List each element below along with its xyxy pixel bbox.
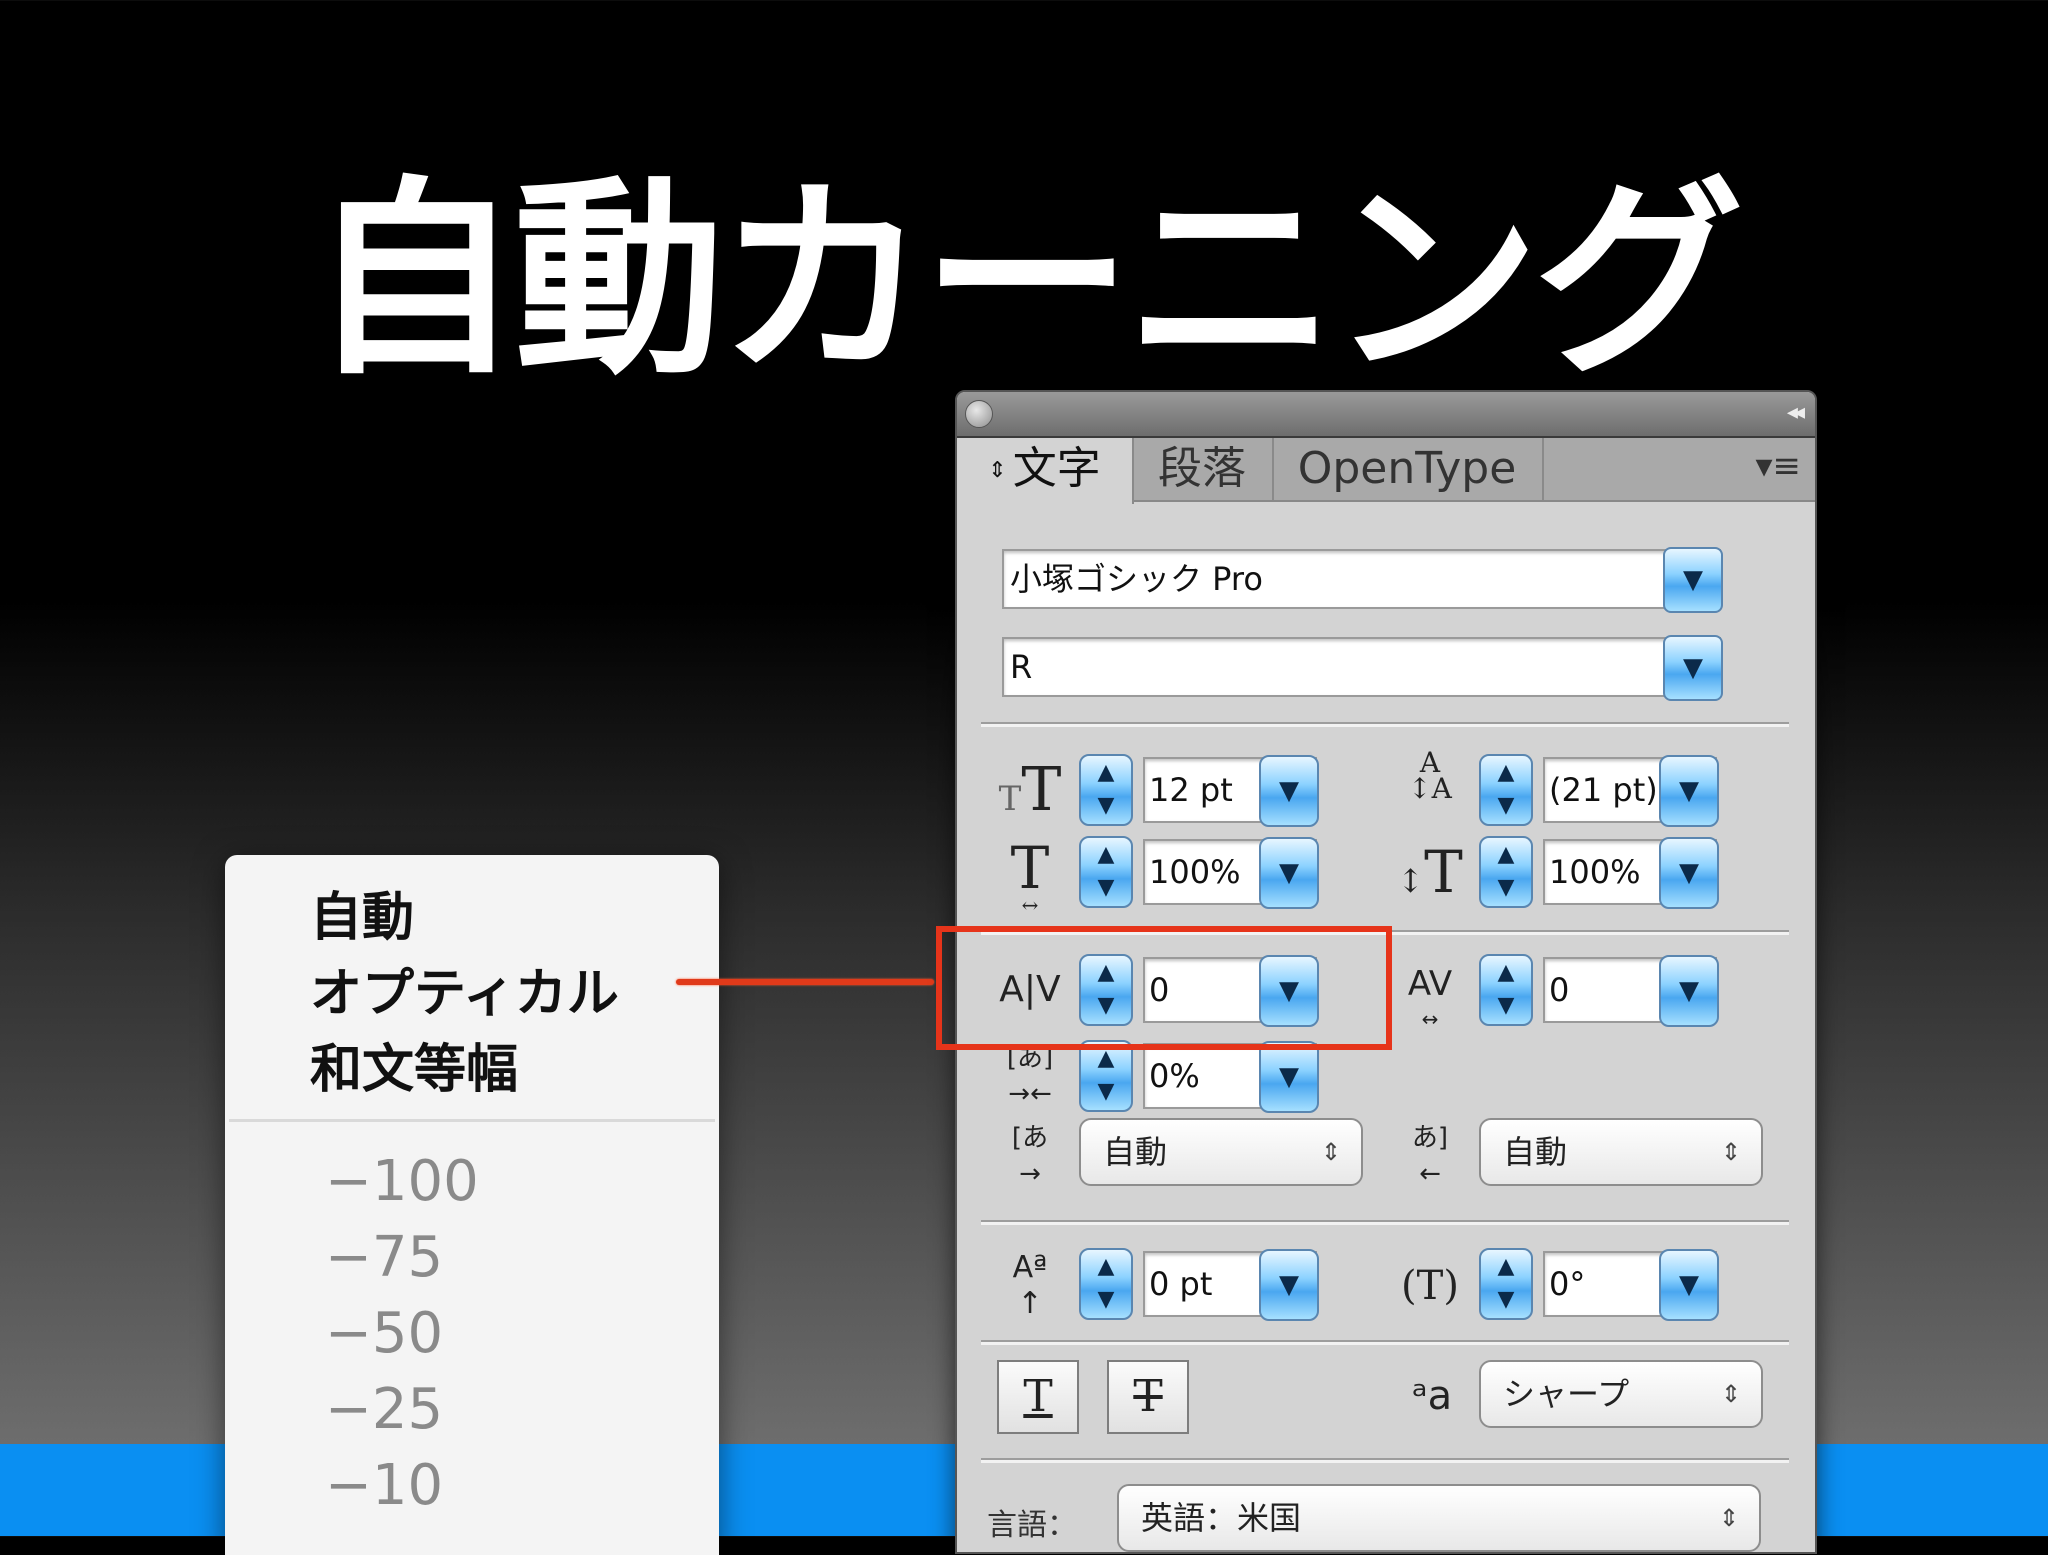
strikethrough-button[interactable]: T bbox=[1107, 1360, 1189, 1434]
tab-opentype[interactable]: OpenType bbox=[1272, 438, 1544, 500]
menu-item-wabun-tohaba[interactable]: 和文等幅 bbox=[310, 1027, 518, 1102]
panel-tabbar: ⇕ 文字 段落 OpenType ▾≡ bbox=[957, 438, 1815, 504]
select-arrows-icon: ⇕ bbox=[1720, 1138, 1741, 1166]
select-arrows-icon: ⇕ bbox=[1320, 1138, 1341, 1166]
aki-right-value: 自動 bbox=[1503, 1133, 1568, 1171]
menu-item-value[interactable]: −75 bbox=[325, 1225, 443, 1290]
font-style-field[interactable]: R ▼ bbox=[1002, 635, 1723, 701]
menu-item-auto[interactable]: 自動 bbox=[310, 875, 414, 950]
collapse-icon[interactable]: ◂◂ bbox=[1787, 400, 1805, 425]
tsume-field[interactable]: 0% ▼ bbox=[1143, 1041, 1319, 1113]
tsume-value: 0% bbox=[1149, 1057, 1200, 1095]
callout-connector bbox=[676, 979, 934, 985]
leading-field[interactable]: (21 pt) ▼ bbox=[1543, 755, 1719, 827]
panel-titlebar[interactable]: ◂◂ bbox=[957, 392, 1815, 438]
leading-stepper[interactable]: ▲ ▼ bbox=[1479, 754, 1533, 826]
font-style-value: R bbox=[1010, 648, 1033, 686]
rotation-field[interactable]: 0° ▼ bbox=[1543, 1249, 1719, 1321]
vertical-scale-icon: T ↔ bbox=[1010, 834, 1050, 917]
aki-right-select[interactable]: 自動 ⇕ bbox=[1479, 1118, 1763, 1186]
baseline-shift-field[interactable]: 0 pt ▼ bbox=[1143, 1249, 1319, 1321]
tracking-icon: AV ↔ bbox=[1407, 964, 1453, 1031]
tracking-value: 0 bbox=[1549, 971, 1570, 1009]
vertical-scale-stepper[interactable]: ▲ ▼ bbox=[1079, 836, 1133, 908]
menu-item-value[interactable]: −50 bbox=[325, 1301, 443, 1366]
antialias-value: シャープ bbox=[1503, 1375, 1630, 1413]
rotation-stepper[interactable]: ▲ ▼ bbox=[1479, 1248, 1533, 1320]
select-arrows-icon: ⇕ bbox=[1718, 1504, 1739, 1532]
chevron-down-icon[interactable]: ▼ bbox=[1659, 955, 1719, 1027]
antialias-icon: ᵃa bbox=[1411, 1373, 1453, 1419]
tab-moji[interactable]: ⇕ 文字 bbox=[957, 438, 1134, 504]
divider bbox=[981, 722, 1789, 727]
divider bbox=[981, 1458, 1789, 1463]
menu-item-value[interactable]: −10 bbox=[325, 1453, 443, 1518]
chevron-down-icon[interactable]: ▼ bbox=[1259, 1041, 1319, 1113]
baseline-shift-stepper[interactable]: ▲ ▼ bbox=[1079, 1248, 1133, 1320]
horizontal-scale-field[interactable]: 100% ▼ bbox=[1543, 837, 1719, 909]
chevron-down-icon[interactable]: ▼ bbox=[1259, 755, 1319, 827]
antialias-select[interactable]: シャープ ⇕ bbox=[1479, 1360, 1763, 1428]
tab-moji-label: 文字 bbox=[1012, 443, 1101, 494]
language-value: 英語：米国 bbox=[1141, 1499, 1302, 1537]
chevron-down-icon[interactable]: ▼ bbox=[1659, 837, 1719, 909]
chevron-down-icon[interactable]: ▼ bbox=[1663, 635, 1723, 701]
font-size-icon: TT bbox=[998, 755, 1062, 825]
horizontal-scale-stepper[interactable]: ▲ ▼ bbox=[1479, 836, 1533, 908]
panel-menu-icon[interactable]: ▾≡ bbox=[1755, 446, 1801, 486]
font-family-field[interactable]: 小塚ゴシック Pro ▼ bbox=[1002, 547, 1723, 613]
font-family-value: 小塚ゴシック Pro bbox=[1010, 560, 1263, 598]
vertical-scale-value: 100% bbox=[1149, 853, 1241, 891]
menu-separator bbox=[229, 1119, 715, 1122]
horizontal-scale-value: 100% bbox=[1549, 853, 1641, 891]
aki-left-value: 自動 bbox=[1103, 1133, 1168, 1171]
tsume-stepper[interactable]: ▲ ▼ bbox=[1079, 1040, 1133, 1112]
tab-stepper-icon: ⇕ bbox=[988, 458, 1007, 483]
kerning-popup-menu: 自動 オプティカル 和文等幅 −100 −75 −50 −25 −10 bbox=[225, 855, 719, 1555]
leading-icon: A ↕A bbox=[1408, 746, 1452, 805]
slide-title: 自動カーニング bbox=[309, 158, 1744, 403]
character-rotation-icon: (T) bbox=[1401, 1263, 1459, 1309]
chevron-down-icon[interactable]: ▼ bbox=[1659, 755, 1719, 827]
baseline-shift-value: 0 pt bbox=[1149, 1265, 1213, 1303]
divider bbox=[981, 1220, 1789, 1225]
tab-danraku[interactable]: 段落 bbox=[1132, 438, 1274, 500]
menu-item-value[interactable]: −25 bbox=[325, 1377, 443, 1442]
language-select[interactable]: 英語：米国 ⇕ bbox=[1117, 1484, 1761, 1552]
baseline-shift-icon: Aª ↑ bbox=[1012, 1250, 1048, 1321]
menu-item-value[interactable]: −100 bbox=[325, 1149, 479, 1214]
font-size-value: 12 pt bbox=[1149, 771, 1233, 809]
chevron-down-icon[interactable]: ▼ bbox=[1659, 1249, 1719, 1321]
select-arrows-icon: ⇕ bbox=[1720, 1380, 1741, 1408]
language-label: 言語： bbox=[987, 1508, 1077, 1543]
kerning-highlight-box bbox=[936, 926, 1392, 1050]
font-size-stepper[interactable]: ▲ ▼ bbox=[1079, 754, 1133, 826]
aki-right-icon: あ] ← bbox=[1411, 1123, 1449, 1189]
tracking-field[interactable]: 0 ▼ bbox=[1543, 955, 1719, 1027]
horizontal-scale-icon: ↕T bbox=[1397, 838, 1463, 906]
vertical-scale-field[interactable]: 100% ▼ bbox=[1143, 837, 1319, 909]
menu-item-optical[interactable]: オプティカル bbox=[310, 951, 619, 1026]
underline-button[interactable]: T bbox=[997, 1360, 1079, 1434]
tracking-stepper[interactable]: ▲ ▼ bbox=[1479, 954, 1533, 1026]
tsume-icon: [あ] →← bbox=[1006, 1043, 1054, 1109]
close-icon[interactable] bbox=[965, 400, 993, 428]
chevron-down-icon[interactable]: ▼ bbox=[1259, 837, 1319, 909]
font-size-field[interactable]: 12 pt ▼ bbox=[1143, 755, 1319, 827]
aki-left-icon: [あ → bbox=[1011, 1123, 1049, 1189]
leading-value: (21 pt) bbox=[1549, 771, 1658, 809]
chevron-down-icon[interactable]: ▼ bbox=[1663, 547, 1723, 613]
aki-left-select[interactable]: 自動 ⇕ bbox=[1079, 1118, 1363, 1186]
chevron-down-icon[interactable]: ▼ bbox=[1259, 1249, 1319, 1321]
rotation-value: 0° bbox=[1549, 1265, 1586, 1303]
divider bbox=[981, 1340, 1789, 1345]
